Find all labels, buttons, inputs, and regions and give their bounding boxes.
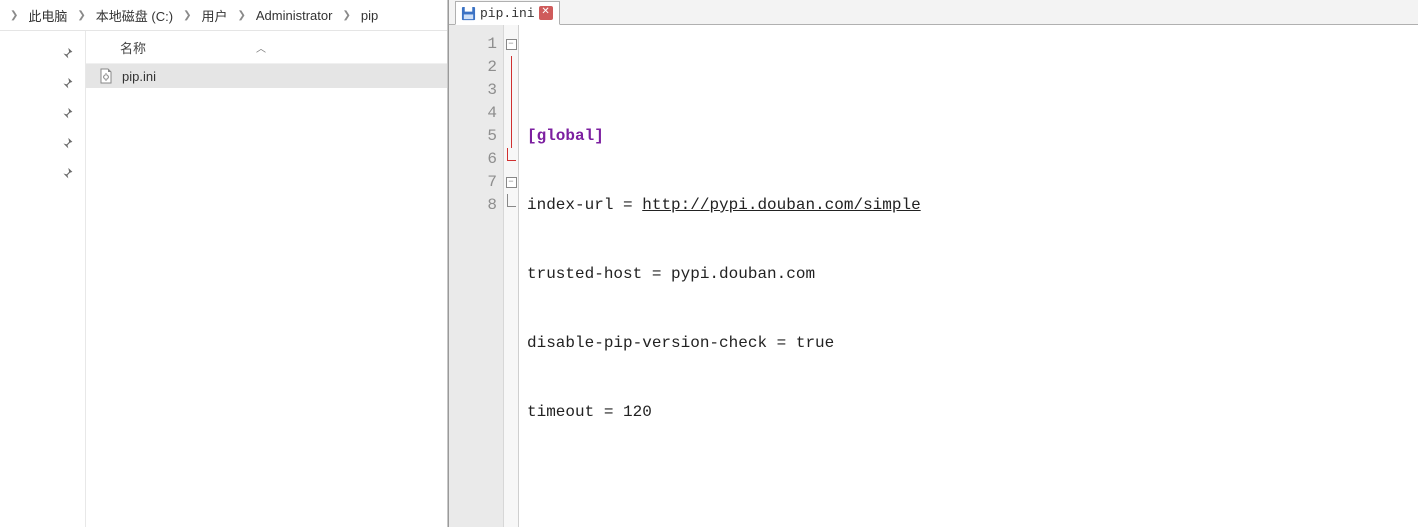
line-number-gutter: 1 2 3 4 5 6 7 8 — [449, 25, 504, 527]
pin-icon — [59, 135, 75, 151]
line-number: 5 — [449, 125, 497, 148]
chevron-right-icon: ❯ — [233, 10, 249, 21]
file-explorer-pane: ❯ 此电脑 ❯ 本地磁盘 (C:) ❯ 用户 ❯ Administrator ❯… — [0, 0, 448, 527]
line-number: 4 — [449, 102, 497, 125]
pin-icon — [59, 45, 75, 61]
editor-tab[interactable]: pip.ini ✕ — [455, 1, 560, 25]
fold-column: − − — [504, 25, 519, 527]
breadcrumb-item[interactable]: Administrator — [254, 6, 335, 25]
editor-tab-bar: pip.ini ✕ — [449, 0, 1418, 25]
chevron-right-icon: ❯ — [179, 10, 195, 21]
fold-toggle-icon[interactable]: − — [506, 39, 517, 50]
column-header-label: 名称 — [120, 38, 146, 57]
file-row[interactable]: pip.ini — [86, 64, 447, 88]
chevron-right-icon: ❯ — [73, 10, 89, 21]
code-text: timeout = 120 — [527, 403, 652, 421]
line-number: 7 — [449, 171, 497, 194]
code-text: = — [613, 196, 642, 214]
file-name: pip.ini — [122, 69, 156, 84]
code-text: http://pypi.douban.com/simple — [642, 196, 920, 214]
breadcrumb-item[interactable]: pip — [359, 6, 380, 25]
code-text: disable-pip-version-check = true — [527, 334, 834, 352]
line-number: 2 — [449, 56, 497, 79]
breadcrumb[interactable]: ❯ 此电脑 ❯ 本地磁盘 (C:) ❯ 用户 ❯ Administrator ❯… — [0, 0, 447, 31]
editor-tab-label: pip.ini — [480, 6, 535, 21]
pin-icon — [59, 165, 75, 181]
pin-icon — [59, 75, 75, 91]
code-editor[interactable]: [global] index-url = http://pypi.douban.… — [519, 25, 1418, 527]
chevron-right-icon: ❯ — [6, 10, 22, 21]
ini-file-icon — [98, 68, 114, 84]
column-header-name[interactable]: 名称 ︿ — [86, 31, 447, 64]
fold-toggle-icon[interactable]: − — [506, 177, 517, 188]
pin-icon — [59, 105, 75, 121]
code-text: [global] — [527, 127, 604, 145]
text-editor-pane: pip.ini ✕ 1 2 3 4 5 6 7 8 − — [448, 0, 1418, 527]
quick-access-pin-column — [0, 31, 86, 527]
close-tab-icon[interactable]: ✕ — [539, 6, 553, 20]
breadcrumb-item[interactable]: 此电脑 — [26, 4, 69, 27]
line-number: 6 — [449, 148, 497, 171]
breadcrumb-item[interactable]: 用户 — [199, 4, 229, 27]
line-number: 8 — [449, 194, 497, 217]
line-number: 3 — [449, 79, 497, 102]
chevron-right-icon: ❯ — [338, 10, 354, 21]
line-number: 1 — [449, 33, 497, 56]
code-text: trusted-host = pypi.douban.com — [527, 265, 815, 283]
breadcrumb-item[interactable]: 本地磁盘 (C:) — [94, 4, 175, 27]
save-disk-icon — [460, 5, 476, 21]
sort-indicator-icon: ︿ — [256, 40, 266, 55]
code-text: index-url — [527, 196, 613, 214]
